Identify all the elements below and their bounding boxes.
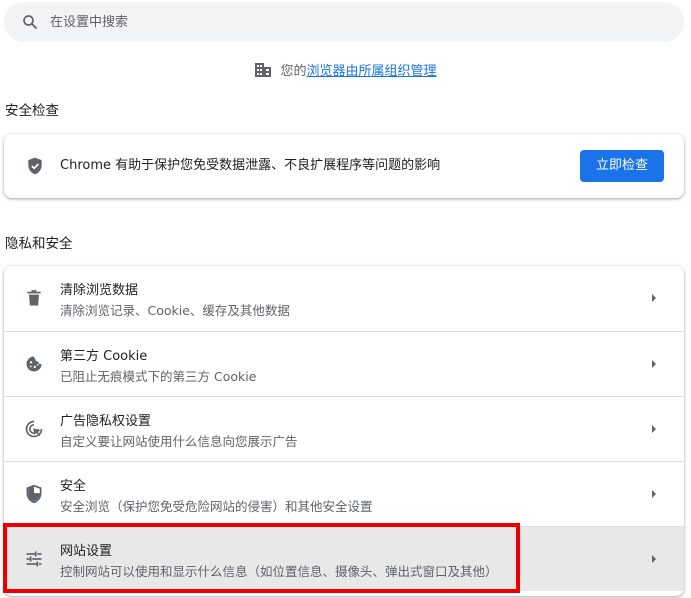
chevron-right-icon (652, 555, 656, 563)
row-security[interactable]: 安全 安全浏览（保护您免受危险网站的侵害）和其他安全设置 (4, 461, 684, 526)
settings-search-bar[interactable] (4, 2, 684, 42)
trash-icon (27, 290, 41, 306)
chevron-right-icon (652, 425, 656, 433)
security-shield-icon (26, 484, 42, 504)
row-ad-privacy[interactable]: 广告隐私权设置 自定义要让网站使用什么信息向您展示广告 (4, 396, 684, 461)
row-subtitle: 自定义要让网站使用什么信息向您展示广告 (60, 434, 298, 449)
row-title: 网站设置 (60, 544, 113, 559)
chevron-right-icon (652, 490, 656, 498)
row-subtitle: 控制网站可以使用和显示什么信息（如位置信息、摄像头、弹出式窗口及其他） (60, 564, 498, 579)
managed-prefix: 您的 (280, 64, 307, 79)
privacy-heading: 隐私和安全 (5, 236, 73, 252)
row-site-settings[interactable]: 网站设置 控制网站可以使用和显示什么信息（如位置信息、摄像头、弹出式窗口及其他） (4, 526, 684, 591)
row-clear-browsing-data[interactable]: 清除浏览数据 清除浏览记录、Cookie、缓存及其他数据 (4, 266, 684, 331)
search-input[interactable] (50, 2, 650, 42)
row-subtitle: 清除浏览记录、Cookie、缓存及其他数据 (60, 303, 290, 318)
safety-check-text: Chrome 有助于保护您免受数据泄露、不良扩展程序等问题的影响 (60, 158, 441, 173)
row-title: 广告隐私权设置 (60, 414, 152, 429)
tune-sliders-icon (26, 551, 42, 567)
row-third-party-cookies[interactable]: 第三方 Cookie 已阻止无痕模式下的第三方 Cookie (4, 331, 684, 396)
chevron-right-icon (652, 360, 656, 368)
safety-check-heading: 安全检查 (5, 103, 59, 119)
row-title: 第三方 Cookie (60, 349, 148, 364)
check-now-button[interactable]: 立即检查 (580, 150, 664, 182)
row-subtitle: 安全浏览（保护您免受危险网站的侵害）和其他安全设置 (60, 499, 373, 514)
safety-shield-icon (28, 157, 42, 175)
cookie-icon (26, 356, 42, 372)
search-icon (23, 15, 37, 29)
managed-notice: 您的浏览器由所属组织管理 (0, 62, 691, 82)
chevron-right-icon (652, 294, 656, 302)
row-title: 安全 (60, 479, 87, 494)
row-title: 清除浏览数据 (60, 283, 139, 298)
safety-check-card: Chrome 有助于保护您免受数据泄露、不良扩展程序等问题的影响 立即检查 (4, 134, 684, 198)
row-subtitle: 已阻止无痕模式下的第三方 Cookie (60, 369, 257, 384)
ad-privacy-icon (25, 420, 43, 438)
building-icon (255, 63, 272, 77)
managed-link[interactable]: 浏览器由所属组织管理 (307, 64, 437, 79)
privacy-card: 清除浏览数据 清除浏览记录、Cookie、缓存及其他数据 第三方 Cookie … (4, 266, 684, 596)
